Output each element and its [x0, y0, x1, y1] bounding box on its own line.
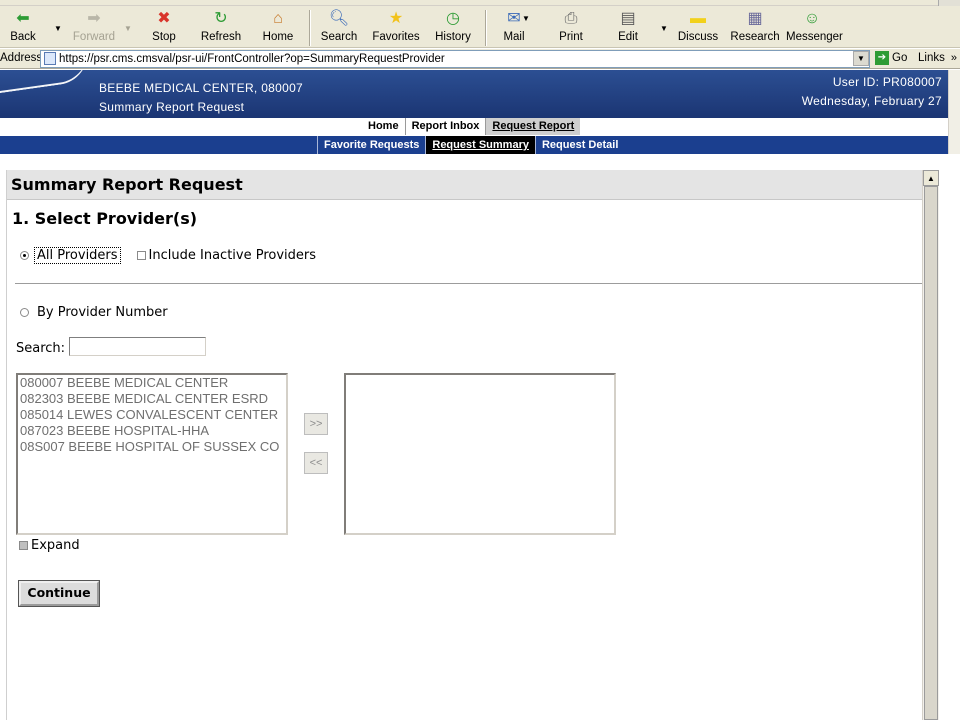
home-icon: ⌂ — [273, 10, 283, 27]
search-button[interactable]: 🔍︎ Search — [318, 8, 360, 46]
stop-button[interactable]: ✖ Stop — [146, 8, 182, 46]
user-id: User ID: PR080007 — [832, 75, 942, 89]
frame-edge — [939, 154, 960, 720]
nav-request-summary[interactable]: Request Summary — [425, 136, 535, 154]
search-label: Search: — [16, 341, 66, 356]
browser-toolbar: ⬅ Back ▼ ➡ Forward ▼ ✖ Stop ↻ Refresh ⌂ … — [0, 6, 960, 48]
refresh-button[interactable]: ↻ Refresh — [198, 8, 244, 46]
available-providers-list[interactable]: 080007 BEEBE MEDICAL CENTER 082303 BEEBE… — [16, 373, 288, 535]
list-item[interactable]: 080007 BEEBE MEDICAL CENTER — [18, 375, 286, 391]
include-inactive-option: Include Inactive Providers — [136, 248, 316, 263]
nav-favorite-requests[interactable]: Favorite Requests — [317, 136, 425, 154]
favorites-button[interactable]: ★ Favorites — [370, 8, 422, 46]
include-inactive-label[interactable]: Include Inactive Providers — [149, 248, 316, 263]
search-input[interactable] — [69, 337, 206, 356]
all-providers-label[interactable]: All Providers — [34, 247, 121, 264]
organization-name: BEEBE MEDICAL CENTER, 080007 — [99, 81, 304, 95]
divider — [15, 283, 923, 284]
research-icon: ▦ — [747, 10, 763, 27]
nav-request-detail[interactable]: Request Detail — [534, 136, 624, 154]
go-button[interactable]: ➔ Go — [875, 51, 907, 65]
back-dropdown-icon[interactable]: ▼ — [54, 24, 62, 33]
step-title: 1. Select Provider(s) — [12, 209, 198, 228]
stop-icon: ✖ — [157, 10, 171, 27]
edit-button[interactable]: ▤ Edit — [610, 8, 646, 46]
remove-provider-button[interactable]: << — [304, 452, 328, 474]
links-button[interactable]: Links» — [918, 52, 957, 64]
refresh-icon: ↻ — [214, 10, 228, 27]
forward-button[interactable]: ➡ Forward — [70, 8, 118, 46]
address-url: https://psr.cms.cmsval/psr-ui/FrontContr… — [59, 53, 445, 65]
address-label: Address — [0, 52, 43, 64]
print-button[interactable]: ⎙ Print — [552, 8, 590, 46]
by-provider-number-radio[interactable] — [20, 308, 29, 317]
add-provider-button[interactable]: >> — [304, 413, 328, 435]
print-icon: ⎙ — [564, 10, 578, 27]
nav-report-inbox[interactable]: Report Inbox — [404, 118, 486, 135]
edit-icon: ▤ — [620, 10, 636, 27]
expand-label[interactable]: Expand — [31, 538, 80, 553]
content-scrollbar[interactable]: ▲ — [922, 170, 939, 720]
back-arrow-icon: ⬅ — [16, 10, 30, 27]
secondary-nav: Favorite Requests Request Summary Reques… — [0, 136, 948, 154]
nav-home[interactable]: Home — [362, 118, 405, 135]
nav-request-report[interactable]: Request Report — [485, 118, 581, 135]
scroll-thumb[interactable] — [924, 186, 938, 720]
list-item[interactable]: 085014 LEWES CONVALESCENT CENTER — [18, 407, 286, 423]
mail-dropdown-icon[interactable]: ▼ — [522, 14, 530, 23]
history-button[interactable]: ◷ History — [432, 8, 474, 46]
messenger-button[interactable]: ☺ Messenger — [786, 8, 843, 46]
selected-providers-list[interactable] — [344, 373, 616, 535]
list-item[interactable]: 087023 BEEBE HOSPITAL-HHA — [18, 423, 286, 439]
address-input[interactable]: https://psr.cms.cmsval/psr-ui/FrontContr… — [40, 50, 870, 68]
messenger-icon: ☺ — [803, 10, 821, 27]
links-more-icon: » — [950, 52, 957, 64]
expand-checkbox[interactable] — [19, 541, 28, 550]
edit-dropdown-icon[interactable]: ▼ — [660, 24, 668, 33]
toolbar-separator — [309, 10, 311, 46]
research-button[interactable]: ▦ Research — [730, 8, 780, 46]
by-provider-number-label[interactable]: By Provider Number — [37, 305, 168, 320]
section-title: Summary Report Request — [7, 170, 923, 200]
current-date: Wednesday, February 27 — [801, 94, 942, 108]
forward-dropdown-icon[interactable]: ▼ — [124, 24, 132, 33]
include-inactive-checkbox[interactable] — [136, 251, 146, 260]
forward-arrow-icon: ➡ — [87, 10, 101, 27]
history-icon: ◷ — [446, 10, 460, 27]
home-button[interactable]: ⌂ Home — [258, 8, 298, 46]
logo-swoosh-icon — [0, 70, 92, 96]
favorites-star-icon: ★ — [388, 10, 404, 27]
discuss-icon: ▬ — [690, 10, 706, 27]
discuss-button[interactable]: ▬ Discuss — [676, 8, 720, 46]
by-provider-number-option: By Provider Number — [20, 305, 168, 320]
list-item[interactable]: 08S007 BEEBE HOSPITAL OF SUSSEX CO — [18, 439, 286, 455]
all-providers-radio[interactable] — [20, 251, 29, 260]
expand-option: Expand — [19, 538, 80, 553]
go-arrow-icon: ➔ — [875, 51, 889, 65]
list-item[interactable]: 082303 BEEBE MEDICAL CENTER ESRD — [18, 391, 286, 407]
address-dropdown-icon[interactable]: ▼ — [853, 51, 869, 66]
address-bar: Address https://psr.cms.cmsval/psr-ui/Fr… — [0, 49, 960, 69]
site-header: BEEBE MEDICAL CENTER, 080007 Summary Rep… — [0, 70, 948, 118]
header-subtitle: Summary Report Request — [99, 100, 245, 114]
primary-nav: Home Report Inbox Request Report — [0, 118, 948, 136]
scroll-up-icon[interactable]: ▲ — [923, 170, 939, 186]
search-icon: 🔍︎ — [328, 10, 350, 27]
continue-button[interactable]: Continue — [18, 580, 100, 607]
back-button[interactable]: ⬅ Back — [6, 8, 40, 46]
toolbar-separator — [485, 10, 487, 46]
content-frame: Summary Report Request 1. Select Provide… — [6, 170, 923, 720]
page-icon — [44, 52, 56, 65]
all-providers-option: All Providers Include Inactive Providers — [20, 247, 316, 264]
